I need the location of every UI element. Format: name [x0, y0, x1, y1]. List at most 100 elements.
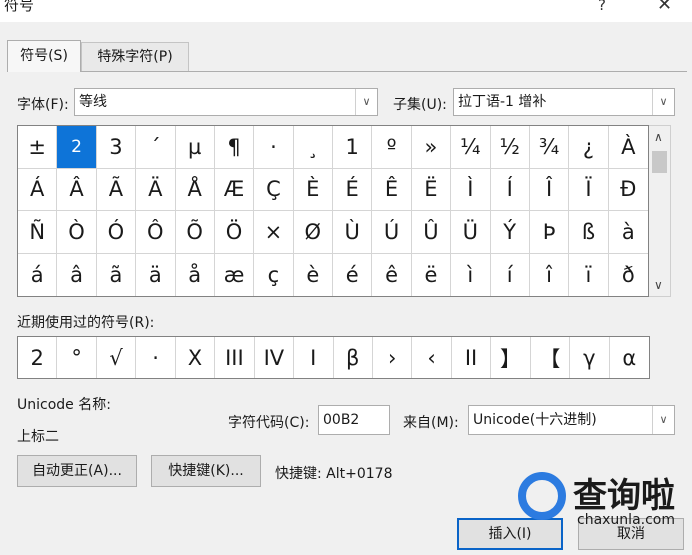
symbol-cell[interactable]: ï [569, 253, 609, 296]
symbol-cell[interactable]: » [411, 126, 452, 169]
symbol-cell[interactable]: Ö [214, 211, 255, 254]
symbol-cell[interactable]: Ï [569, 168, 609, 211]
symbol-cell[interactable]: ´ [136, 126, 176, 169]
symbol-cell[interactable]: Û [411, 211, 452, 254]
symbol-cell[interactable]: Á [18, 168, 58, 211]
recent-symbol-cell[interactable]: 2 [18, 337, 58, 378]
recent-symbol-cell[interactable]: X [176, 337, 216, 378]
symbol-cell[interactable]: æ [215, 253, 255, 296]
symbol-cell[interactable]: Å [175, 168, 215, 211]
symbol-cell[interactable]: ½ [490, 126, 530, 169]
symbol-cell[interactable]: ± [18, 126, 58, 169]
symbol-cell[interactable]: Æ [214, 168, 255, 211]
symbol-cell[interactable]: î [530, 253, 570, 296]
symbol-grid-scrollbar[interactable]: ∧ ∨ [649, 125, 671, 297]
symbol-cell[interactable]: ë [412, 253, 452, 296]
autocorrect-button[interactable]: 自动更正(A)... [17, 455, 137, 487]
symbol-cell[interactable]: Ã [96, 168, 137, 211]
symbol-cell[interactable]: Ç [254, 168, 294, 211]
symbol-cell[interactable]: ¿ [569, 126, 609, 169]
recent-symbol-cell[interactable]: 】 [491, 337, 531, 378]
char-code-input[interactable]: 00B2 [318, 405, 390, 435]
symbol-cell[interactable]: ¾ [529, 126, 570, 169]
symbol-cell[interactable]: ç [254, 253, 294, 296]
recent-symbol-cell[interactable]: α [610, 337, 649, 378]
symbol-cell[interactable]: ð [609, 254, 648, 297]
symbol-cell[interactable]: 2 [57, 126, 97, 169]
tab-special-characters[interactable]: 特殊字符(P) [81, 42, 189, 71]
symbol-cell[interactable]: ã [97, 253, 137, 296]
symbol-cell[interactable]: · [254, 126, 294, 169]
symbol-cell[interactable]: Ð [608, 169, 648, 211]
chevron-down-icon[interactable]: ∨ [652, 406, 674, 434]
chevron-up-icon[interactable]: ∧ [654, 130, 663, 144]
symbol-cell[interactable]: Â [57, 168, 97, 211]
font-combo[interactable]: 等线 ∨ [74, 88, 378, 116]
shortcut-key-button[interactable]: 快捷键(K)... [151, 455, 261, 487]
recent-symbol-cell[interactable]: ‹ [412, 337, 452, 378]
symbol-cell[interactable]: ê [372, 253, 412, 296]
tab-symbols[interactable]: 符号(S) [7, 40, 81, 72]
close-icon[interactable]: ✕ [657, 0, 672, 15]
symbol-cell[interactable]: Ô [136, 211, 176, 254]
symbol-cell[interactable]: Ñ [18, 211, 58, 254]
scrollbar-thumb[interactable] [652, 151, 667, 173]
from-combo[interactable]: Unicode(十六进制) ∨ [468, 405, 675, 435]
symbol-cell[interactable]: ¼ [451, 126, 491, 169]
recent-symbol-cell[interactable]: γ [570, 337, 610, 378]
chevron-down-icon[interactable]: ∨ [355, 89, 377, 115]
symbol-cell[interactable]: Õ [175, 211, 215, 254]
symbol-cell[interactable]: Ä [136, 168, 176, 211]
chevron-down-icon[interactable]: ∨ [652, 89, 674, 115]
symbol-cell[interactable]: Ê [372, 168, 412, 211]
symbol-cell[interactable]: × [254, 211, 294, 254]
symbol-cell[interactable]: í [491, 253, 530, 296]
symbol-cell[interactable]: à [608, 211, 648, 254]
recent-symbol-cell[interactable]: III [215, 337, 255, 378]
symbol-cell[interactable]: é [333, 253, 373, 296]
recent-symbol-cell[interactable]: ° [57, 337, 97, 378]
symbol-cell[interactable]: µ [175, 126, 215, 169]
symbol-cell[interactable]: Ó [96, 211, 137, 254]
insert-button[interactable]: 插入(I) [457, 518, 563, 550]
symbol-cell[interactable]: á [18, 253, 58, 296]
symbol-cell[interactable]: Þ [529, 211, 570, 254]
symbol-cell[interactable]: Ò [57, 211, 97, 254]
symbol-cell[interactable]: Ø [293, 211, 333, 254]
symbol-grid[interactable]: ±2 3 ´ µ ¶ · ¸ 1 º» ¼ ½ ¾ ¿ À Á Â Ã Ä Å Æ Ç È É Ê Ë Ì Í Î Ï Ð Ñ Ò Ó Ô Õ Ö × Ø… [17, 125, 649, 297]
recent-symbol-cell[interactable]: √ [97, 337, 137, 378]
help-button[interactable]: ? [598, 0, 606, 14]
symbol-cell[interactable]: ä [136, 253, 176, 296]
symbol-cell[interactable]: ß [569, 211, 609, 254]
symbol-cell[interactable]: Ü [451, 211, 491, 254]
recent-symbol-cell[interactable]: › [373, 337, 413, 378]
recent-symbols-grid[interactable]: 2 ° √ · X III IV Iβ › ‹ II】【γ α [17, 336, 650, 379]
symbol-cell[interactable]: Î [529, 168, 570, 211]
subset-combo[interactable]: 拉丁语-1 增补 ∨ [453, 88, 675, 116]
recent-symbol-cell[interactable]: II [452, 337, 492, 378]
symbol-cell[interactable]: ¸ [293, 126, 333, 169]
recent-symbol-cell[interactable]: I [294, 337, 334, 378]
symbol-cell[interactable]: Í [490, 168, 530, 211]
symbol-cell[interactable]: å [176, 253, 215, 296]
symbol-cell[interactable]: É [333, 168, 373, 211]
chevron-down-icon[interactable]: ∨ [654, 278, 663, 292]
recent-symbol-cell[interactable]: 【 [531, 337, 571, 378]
symbol-cell[interactable]: è [294, 253, 333, 296]
symbol-cell[interactable]: Ú [372, 211, 412, 254]
symbol-cell[interactable]: ì [451, 253, 491, 296]
symbol-cell[interactable]: È [293, 168, 333, 211]
symbol-cell[interactable]: 1 [333, 126, 373, 169]
recent-symbol-cell[interactable]: · [136, 337, 176, 378]
symbol-cell[interactable]: º [372, 126, 412, 169]
symbol-cell[interactable]: Ù [333, 211, 373, 254]
recent-symbol-cell[interactable]: β [334, 337, 373, 378]
symbol-cell[interactable]: ¶ [214, 126, 255, 169]
symbol-cell[interactable]: 3 [96, 126, 137, 169]
symbol-cell[interactable]: Ë [411, 168, 452, 211]
symbol-cell[interactable]: Ì [451, 168, 491, 211]
symbol-cell[interactable]: À [608, 126, 648, 169]
symbol-cell[interactable]: â [57, 253, 97, 296]
symbol-cell[interactable]: Ý [490, 211, 530, 254]
recent-symbol-cell[interactable]: IV [255, 337, 295, 378]
